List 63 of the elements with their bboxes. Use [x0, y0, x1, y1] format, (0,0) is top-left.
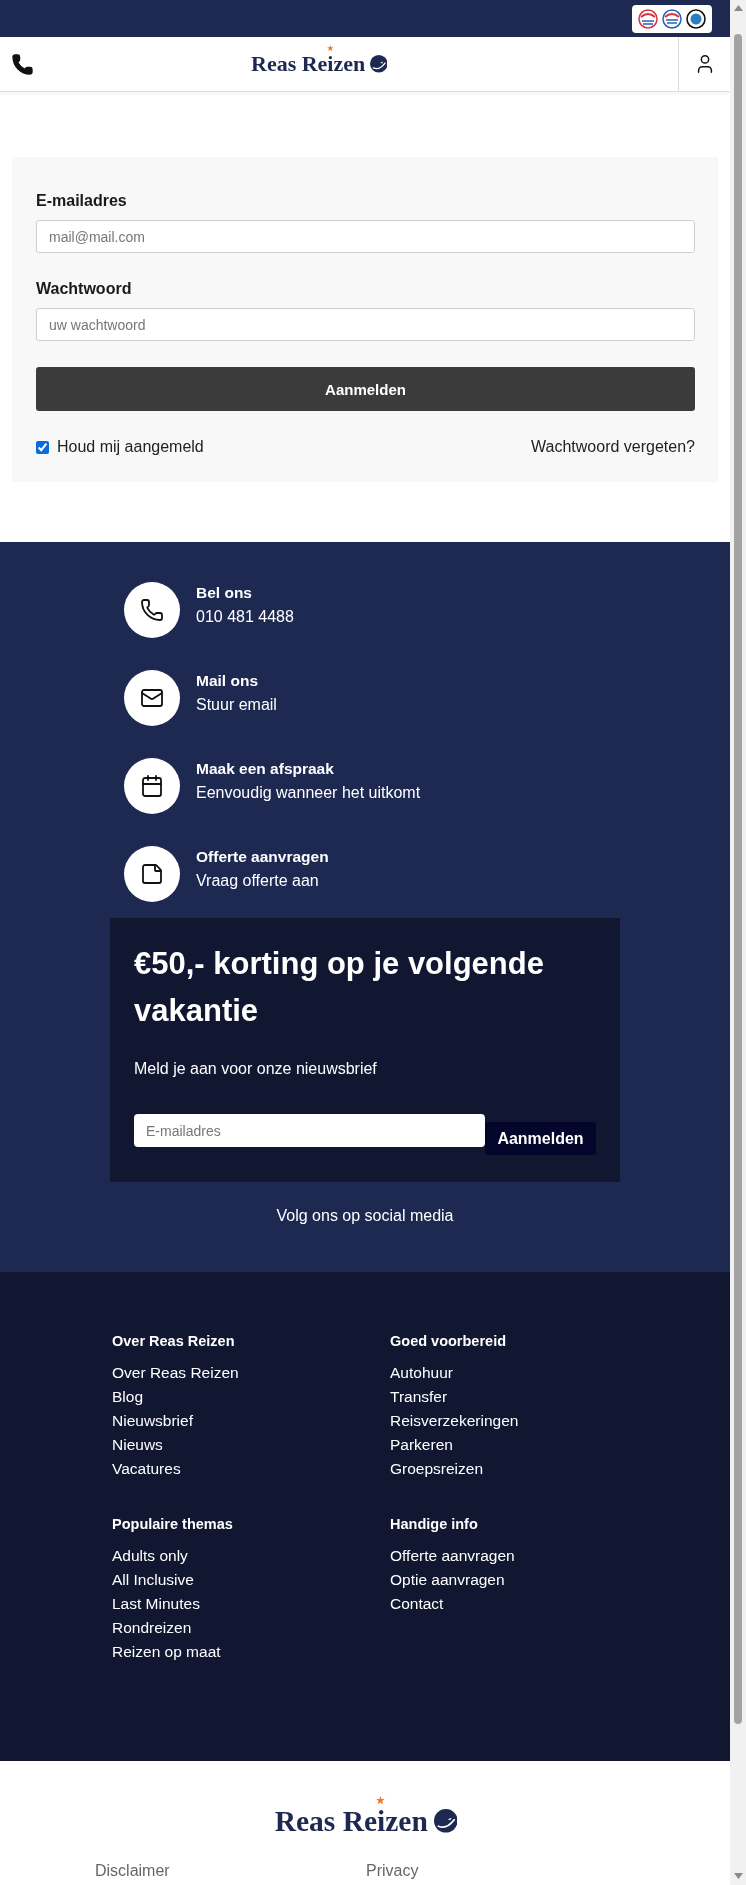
footer-link[interactable]: Over Reas Reizen: [112, 1361, 239, 1385]
footer-link[interactable]: Rondreizen: [112, 1616, 192, 1640]
field-label: Wachtwoord: [36, 279, 133, 299]
contact-title: Offerte aanvragen: [196, 847, 329, 867]
contact-detail[interactable]: Stuur email: [196, 694, 277, 716]
scroll-up-icon[interactable]: [733, 5, 743, 11]
contact-detail[interactable]: Vraag offerte aan: [196, 870, 329, 892]
scrollbar[interactable]: [730, 0, 746, 1885]
footer-link[interactable]: Adults only: [112, 1544, 188, 1568]
social-media-text: Volg ons op social media: [275, 1206, 455, 1226]
footer-link[interactable]: Last Minutes: [112, 1592, 200, 1616]
footer-link[interactable]: Reizen op maat: [112, 1640, 221, 1664]
footer-link[interactable]: Contact: [390, 1592, 444, 1616]
footer-heading: Goed voorbereid: [390, 1332, 507, 1351]
swoosh-logo-icon: [369, 55, 388, 73]
swoosh-logo-icon: [433, 1809, 458, 1833]
footer-heading: Populaire themas: [112, 1515, 233, 1534]
star-icon: [326, 44, 334, 52]
phone-icon[interactable]: [124, 582, 180, 638]
calendar-icon[interactable]: [124, 758, 180, 814]
scrollbar-thumb[interactable]: [734, 34, 742, 1724]
round-seal-icon: [638, 8, 658, 29]
email-field[interactable]: mail@mail.com: [36, 220, 695, 253]
contact-detail[interactable]: Eenvoudig wanneer het uitkomt: [196, 782, 421, 804]
footer-link[interactable]: Autohuur: [390, 1361, 453, 1385]
password-field[interactable]: uw wachtwoord: [36, 308, 695, 341]
field-label: E-mailadres: [36, 191, 128, 211]
forgot-password-link[interactable]: Wachtwoord vergeten?: [531, 437, 695, 457]
remember-checkbox[interactable]: [36, 440, 49, 454]
footer-link[interactable]: Reisverzekeringen: [390, 1409, 519, 1433]
footer-link[interactable]: Offerte aanvragen: [390, 1544, 515, 1568]
footer-link[interactable]: Transfer: [390, 1385, 448, 1409]
footer-heading: Handige info: [390, 1515, 478, 1534]
phone-icon[interactable]: [11, 52, 34, 76]
logo-text[interactable]: Reas Reizen: [274, 1805, 428, 1838]
newsletter-heading: €50,- korting op je volgende vakantie: [134, 945, 545, 1030]
footer-link[interactable]: Vacatures: [112, 1457, 181, 1481]
mail-icon[interactable]: [124, 670, 180, 726]
footer-link[interactable]: Parkeren: [390, 1433, 453, 1457]
footer-heading: Over Reas Reizen: [112, 1332, 235, 1351]
note-icon[interactable]: [124, 846, 180, 902]
login-button[interactable]: Aanmelden: [36, 367, 695, 411]
newsletter-signup-button[interactable]: Aanmelden: [485, 1122, 596, 1155]
footer-link[interactable]: Blog: [112, 1385, 144, 1409]
footer-link[interactable]: Nieuws: [112, 1433, 163, 1457]
contact-title: Bel ons: [196, 583, 253, 603]
footer-link[interactable]: Nieuwsbrief: [112, 1409, 193, 1433]
star-icon: [376, 1795, 386, 1805]
remember-label[interactable]: Houd mij aangemeld: [57, 437, 204, 457]
scroll-down-icon[interactable]: [733, 1873, 743, 1879]
contact-detail[interactable]: 010 481 4488: [196, 606, 294, 628]
contact-title: Mail ons: [196, 671, 259, 691]
footer-link[interactable]: Optie aanvragen: [390, 1568, 505, 1592]
bottom-link[interactable]: Privacy: [366, 1861, 419, 1882]
footer-link[interactable]: All Inclusive: [112, 1568, 194, 1592]
logo-text[interactable]: Reas Reizen: [251, 51, 366, 77]
newsletter-text: Meld je aan voor onze nieuwsbrief: [134, 1059, 378, 1079]
contact-title: Maak een afspraak: [196, 759, 335, 779]
ring-seal-icon: [686, 8, 706, 29]
newsletter-email-field[interactable]: E-mailadres: [134, 1114, 485, 1147]
footer-link[interactable]: Groepsreizen: [390, 1457, 484, 1481]
round-seal-icon: [662, 8, 682, 29]
bottom-link[interactable]: Disclaimer: [95, 1861, 170, 1882]
